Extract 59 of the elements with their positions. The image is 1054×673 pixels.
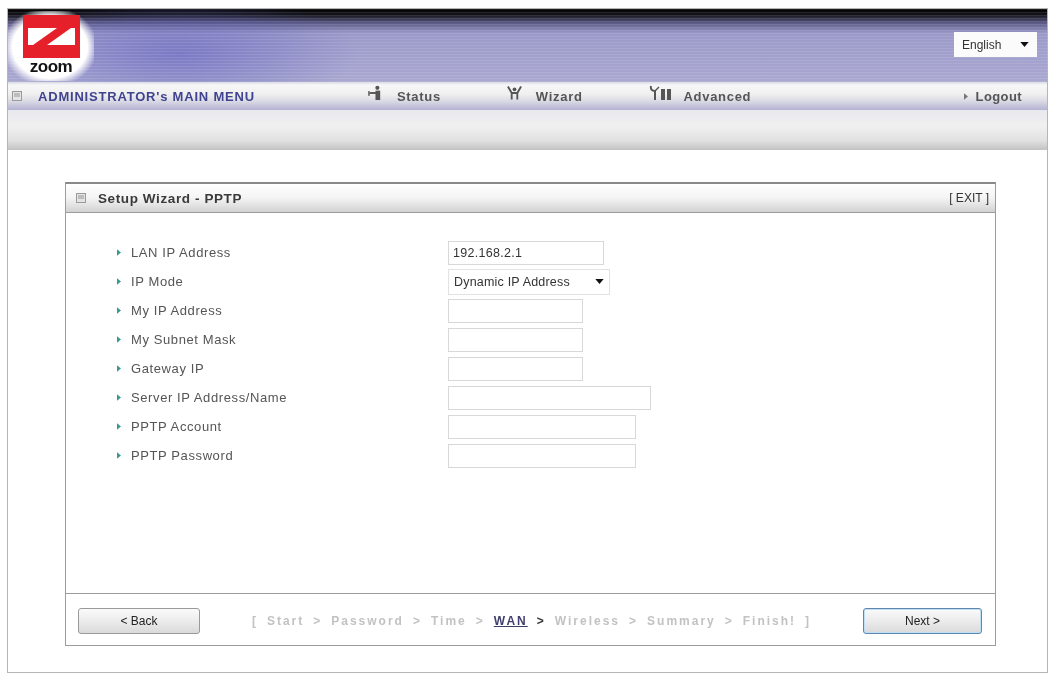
field-label: Server IP Address/Name <box>131 390 288 405</box>
text-field[interactable] <box>448 385 651 410</box>
field-label: LAN IP Address <box>131 245 231 260</box>
menu-link[interactable]: Status <box>367 88 441 104</box>
caret-right-icon <box>117 249 121 256</box>
field-label: Gateway IP <box>131 361 205 376</box>
panel-title: Setup Wizard - PPTP <box>98 190 243 206</box>
ip-mode-select[interactable]: Dynamic IP Address <box>448 268 610 295</box>
back-button[interactable]: < Back <box>78 608 200 634</box>
text-field[interactable] <box>448 356 583 381</box>
progress-step: Wireless <box>554 614 621 628</box>
menu-link[interactable]: Advanced <box>648 88 752 104</box>
progress-step: Start <box>266 614 305 628</box>
field-label: PPTP Password <box>131 448 234 463</box>
progress-step: Finish! <box>742 614 797 628</box>
logo-text: zoom <box>29 59 73 74</box>
field-label: IP Mode <box>131 274 184 289</box>
language-select[interactable]: English <box>954 32 1037 57</box>
text-field[interactable]: 192.168.2.1 <box>448 240 604 265</box>
fork-and-bars-icon <box>648 85 673 101</box>
progress-step: Summary <box>647 614 716 628</box>
field-label: My Subnet Mask <box>131 332 237 347</box>
progress-step: Password <box>331 614 404 628</box>
logout-link[interactable]: Logout <box>963 88 1022 104</box>
field-label: PPTP Account <box>131 419 222 434</box>
next-button[interactable]: Next > <box>863 608 982 634</box>
caret-right-icon <box>117 452 121 459</box>
text-field[interactable] <box>448 298 583 323</box>
progress-separator: > <box>313 614 323 628</box>
caret-right-icon <box>117 307 121 314</box>
caret-right-icon <box>117 365 121 372</box>
logo-mark-icon <box>22 15 80 58</box>
field-label: My IP Address <box>131 303 223 318</box>
person-icon <box>367 85 383 101</box>
progress-separator: > <box>724 614 734 628</box>
progress-separator: > <box>536 614 546 628</box>
menu-link[interactable]: Wizard <box>506 88 583 104</box>
exit-link[interactable]: [ EXIT ] <box>949 191 989 205</box>
caret-right-icon <box>963 92 968 100</box>
caret-right-icon <box>117 394 121 401</box>
menu-title: ADMINISTRATOR's MAIN MENU <box>38 88 255 104</box>
square-bullet-icon <box>76 193 86 203</box>
caret-right-icon <box>117 423 121 430</box>
progress-bracket: [ <box>251 614 258 628</box>
password-field[interactable] <box>448 443 636 468</box>
progress-separator: > <box>629 614 639 628</box>
progress-bracket: ] <box>805 614 812 628</box>
caret-down-icon <box>595 279 604 284</box>
square-bullet-icon <box>12 91 22 101</box>
text-field[interactable] <box>448 327 583 352</box>
progress-step: WAN <box>493 614 528 628</box>
progress-step: Time <box>430 614 467 628</box>
caret-down-icon <box>1020 42 1029 47</box>
progress-separator: > <box>475 614 485 628</box>
caret-right-icon <box>117 278 121 285</box>
text-field[interactable] <box>448 414 636 439</box>
caret-right-icon <box>117 336 121 343</box>
cheering-figure-icon <box>506 85 522 101</box>
progress-separator: > <box>412 614 422 628</box>
